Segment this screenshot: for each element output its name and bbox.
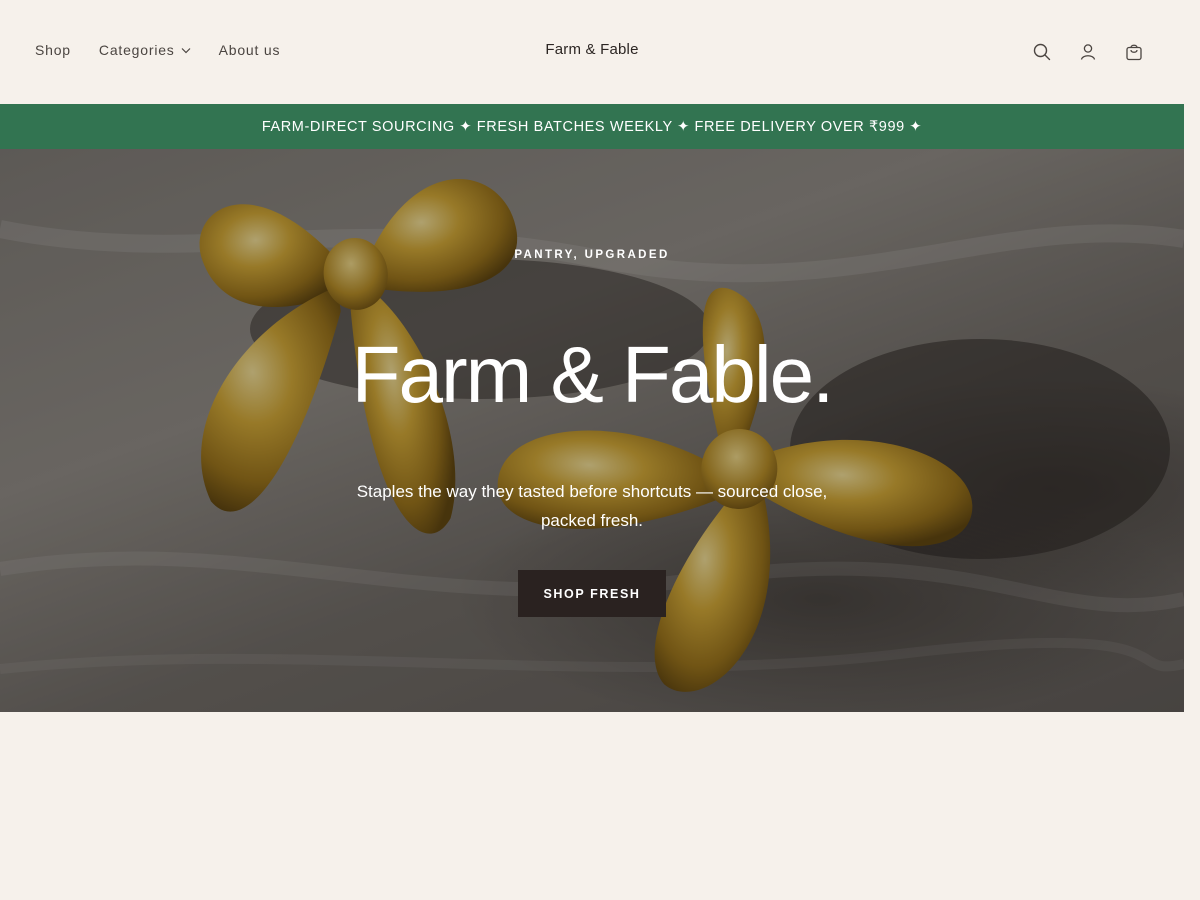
page: Shop Categories About us Farm & Fable FA… — [0, 0, 1200, 900]
cart-icon[interactable] — [1124, 42, 1144, 62]
hero-eyebrow: PANTRY, UPGRADED — [514, 249, 670, 261]
announcement-bar: FARM-DIRECT SOURCING ✦ FRESH BATCHES WEE… — [0, 104, 1184, 149]
account-icon[interactable] — [1078, 42, 1098, 62]
announcement-text: FARM-DIRECT SOURCING ✦ FRESH BATCHES WEE… — [261, 118, 923, 135]
hero-banner: PANTRY, UPGRADED Farm & Fable. Staples t… — [0, 149, 1184, 712]
brand-name[interactable]: Farm & Fable — [545, 41, 638, 58]
scrollbar-track[interactable] — [1184, 0, 1200, 900]
shop-fresh-button[interactable]: SHOP FRESH — [518, 570, 666, 617]
header-icons — [1032, 42, 1144, 62]
hero-title: Farm & Fable. — [351, 330, 835, 419]
search-icon[interactable] — [1032, 42, 1052, 62]
hero-subtitle: Staples the way they tasted before short… — [356, 482, 828, 530]
page-content-area — [0, 712, 1184, 900]
site-header: Shop Categories About us Farm & Fable — [0, 0, 1184, 104]
brand-logo: Farm & Fable — [0, 41, 1184, 58]
hero-content: PANTRY, UPGRADED Farm & Fable. Staples t… — [0, 149, 1184, 712]
